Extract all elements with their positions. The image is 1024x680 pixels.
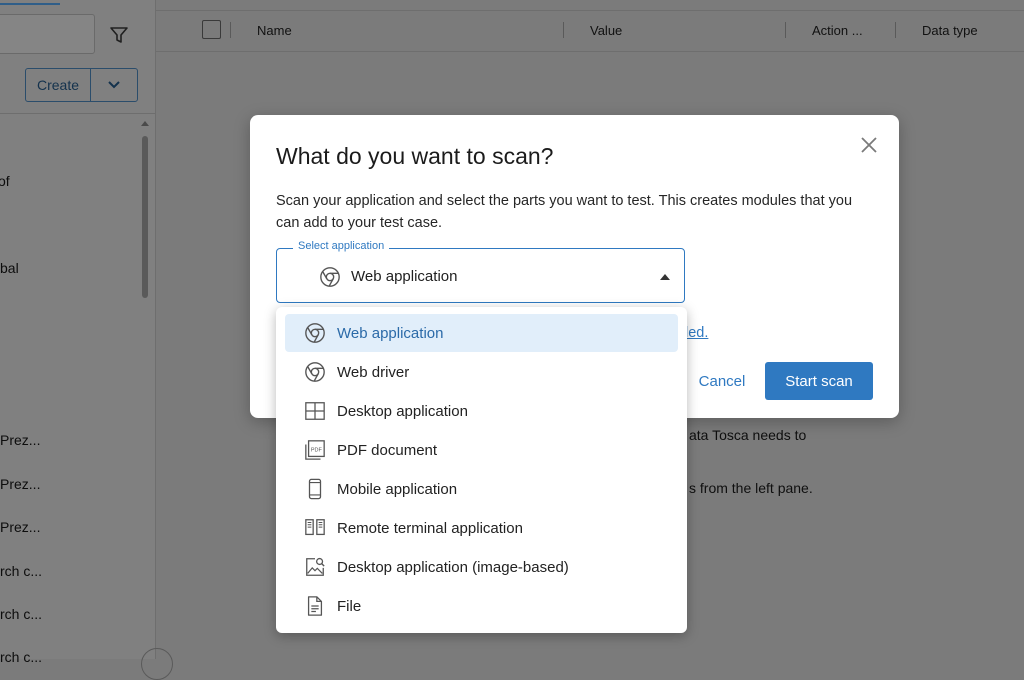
tree-item[interactable]: Prez... [0, 476, 40, 492]
column-separator[interactable] [230, 22, 231, 38]
option-pdf-document[interactable]: PDF PDF document [285, 431, 678, 469]
column-header-data-type[interactable]: Data type [922, 23, 978, 38]
empty-state-text: ata Tosca needs to [689, 427, 807, 443]
option-desktop-application-image-based[interactable]: Desktop application (image-based) [285, 548, 678, 586]
chevron-down-icon [108, 81, 120, 89]
option-label: Mobile application [337, 480, 458, 498]
scrollbar-thumb[interactable] [142, 136, 148, 298]
close-icon[interactable] [859, 135, 879, 155]
option-label: Desktop application (image-based) [337, 558, 569, 576]
option-label: PDF document [337, 441, 438, 459]
tree-item[interactable]: Prez... [0, 432, 40, 448]
active-tab-indicator [0, 3, 60, 5]
select-all-checkbox[interactable] [202, 20, 221, 39]
cancel-button[interactable]: Cancel [687, 362, 757, 400]
option-web-driver[interactable]: Web driver [285, 353, 678, 391]
column-separator[interactable] [563, 22, 564, 38]
option-file[interactable]: File [285, 587, 678, 625]
option-label: Remote terminal application [337, 519, 523, 537]
selected-application: Web application [351, 268, 458, 285]
chrome-icon [305, 323, 325, 343]
application-options-list: Web application Web driver Desktop appli… [276, 307, 687, 633]
file-icon [307, 596, 323, 616]
option-label: Web driver [337, 363, 410, 381]
create-split-button[interactable]: Create [25, 68, 138, 102]
caret-up-icon [660, 274, 670, 280]
create-dropdown-button[interactable] [91, 69, 137, 101]
image-search-icon [306, 557, 325, 576]
start-scan-button[interactable]: Start scan [765, 362, 873, 400]
option-label: File [337, 597, 362, 615]
help-link[interactable]: led. [685, 325, 708, 341]
filter-icon[interactable] [108, 24, 130, 46]
option-mobile-application[interactable]: Mobile application [285, 470, 678, 508]
dialog-description: Scan your application and select the par… [276, 193, 853, 231]
column-header-value[interactable]: Value [590, 23, 622, 38]
chrome-icon [320, 267, 340, 287]
tree-item[interactable]: rch c... [0, 606, 42, 622]
column-header-name[interactable]: Name [257, 23, 292, 38]
scroll-up-icon[interactable] [141, 121, 149, 126]
tree-item[interactable]: rch c... [0, 649, 42, 665]
option-label: Desktop application [337, 402, 468, 420]
dialog-title: What do you want to scan? [276, 143, 554, 169]
tree-search-input[interactable] [0, 14, 95, 54]
svg-text:PDF: PDF [311, 447, 323, 453]
column-separator[interactable] [895, 22, 896, 38]
column-separator[interactable] [785, 22, 786, 38]
column-header-action[interactable]: Action ... [812, 23, 863, 38]
left-pane: Create of bal Prez... Prez... Prez... rc… [0, 0, 156, 665]
tree-item[interactable]: rch c... [0, 563, 42, 579]
pdf-icon: PDF [305, 440, 325, 460]
select-application-dropdown[interactable]: Select application Web application [276, 240, 685, 303]
tree-item[interactable]: Prez... [0, 519, 40, 535]
terminal-icon [305, 519, 325, 536]
option-web-application[interactable]: Web application [285, 314, 678, 352]
option-remote-terminal-application[interactable]: Remote terminal application [285, 509, 678, 547]
chrome-icon [305, 362, 325, 382]
select-label: Select application [293, 240, 390, 252]
divider [0, 113, 155, 114]
create-button[interactable]: Create [26, 69, 91, 101]
collapse-pane-button[interactable] [141, 648, 173, 680]
option-label: Web application [337, 324, 444, 342]
windows-icon [305, 402, 325, 420]
empty-state-text: s from the left pane. [689, 480, 813, 496]
option-desktop-application[interactable]: Desktop application [285, 392, 678, 430]
tree-item[interactable]: of [0, 173, 10, 189]
mobile-icon [308, 478, 322, 500]
tree-item[interactable]: bal [0, 260, 19, 276]
